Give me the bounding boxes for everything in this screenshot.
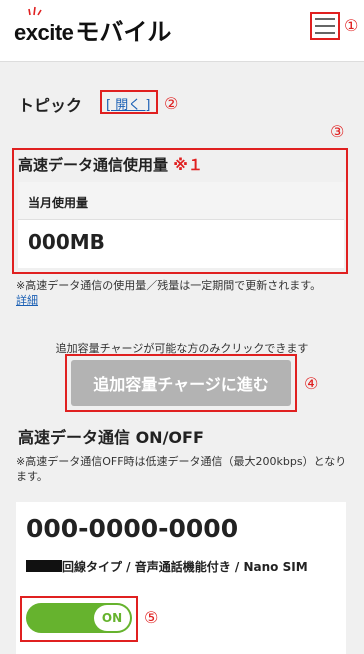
usage-title: 高速データ通信使用量 ※１ <box>18 154 203 175</box>
app-header: excite モバイル ① <box>0 0 364 62</box>
toggle-highlight: ON <box>20 596 138 642</box>
line-type: 回線タイプ / 音声通話機能付き / Nano SIM <box>26 558 326 576</box>
high-speed-note: ※高速データ通信OFF時は低速データ通信（最大200kbps）となります。 <box>16 455 347 483</box>
logo-mobile-text: モバイル <box>75 18 172 46</box>
month-usage-value: 000MB <box>28 230 105 254</box>
menu-bar-icon <box>315 18 335 20</box>
topic-title: トピック <box>18 96 83 115</box>
additional-charge-button[interactable]: 追加容量チャージに進む <box>71 360 291 406</box>
usage-card: 当月使用量 000MB <box>18 182 344 268</box>
callout-3: ③ <box>330 122 345 141</box>
logo-spark-icon <box>28 6 42 16</box>
callout-1: ① <box>344 16 359 35</box>
usage-note-mark: ※１ <box>173 156 203 174</box>
callout-5: ⑤ <box>144 608 159 627</box>
main-content: トピック [ 開く ] ② ③ 高速データ通信使用量 ※１ 当月使用量 000M… <box>0 62 364 654</box>
high-speed-title: 高速データ通信 ON/OFF <box>18 428 204 447</box>
phone-number: 000-0000-0000 <box>26 514 239 543</box>
usage-highlight: 高速データ通信使用量 ※１ 当月使用量 000MB <box>12 148 348 274</box>
logo-excite-text: excite <box>14 20 74 45</box>
hamburger-menu-button[interactable] <box>310 12 340 40</box>
menu-bar-icon <box>315 32 335 34</box>
toggle-knob: ON <box>94 605 130 631</box>
charge-highlight: 追加容量チャージに進む <box>65 354 297 412</box>
callout-4: ④ <box>304 374 319 393</box>
line-type-text: 回線タイプ / 音声通話機能付き / Nano SIM <box>62 560 308 574</box>
usage-title-text: 高速データ通信使用量 <box>18 156 169 174</box>
high-speed-toggle[interactable]: ON <box>26 603 132 633</box>
usage-footnote-text: ※高速データ通信の使用量／残量は一定期間で更新されます。 <box>16 279 322 292</box>
redacted-block <box>26 560 62 572</box>
excite-mobile-logo[interactable]: excite モバイル <box>14 6 172 46</box>
topic-open-link[interactable]: [ 開く ] <box>106 94 150 113</box>
usage-footnote: ※高速データ通信の使用量／残量は一定期間で更新されます。 詳細 <box>16 278 356 308</box>
detail-link[interactable]: 詳細 <box>16 294 38 307</box>
month-usage-label: 当月使用量 <box>18 182 344 220</box>
callout-2: ② <box>164 94 179 113</box>
menu-bar-icon <box>315 25 335 27</box>
topic-open-highlight: [ 開く ] <box>100 90 158 114</box>
line-card: 000-0000-0000 回線タイプ / 音声通話機能付き / Nano SI… <box>16 502 346 654</box>
